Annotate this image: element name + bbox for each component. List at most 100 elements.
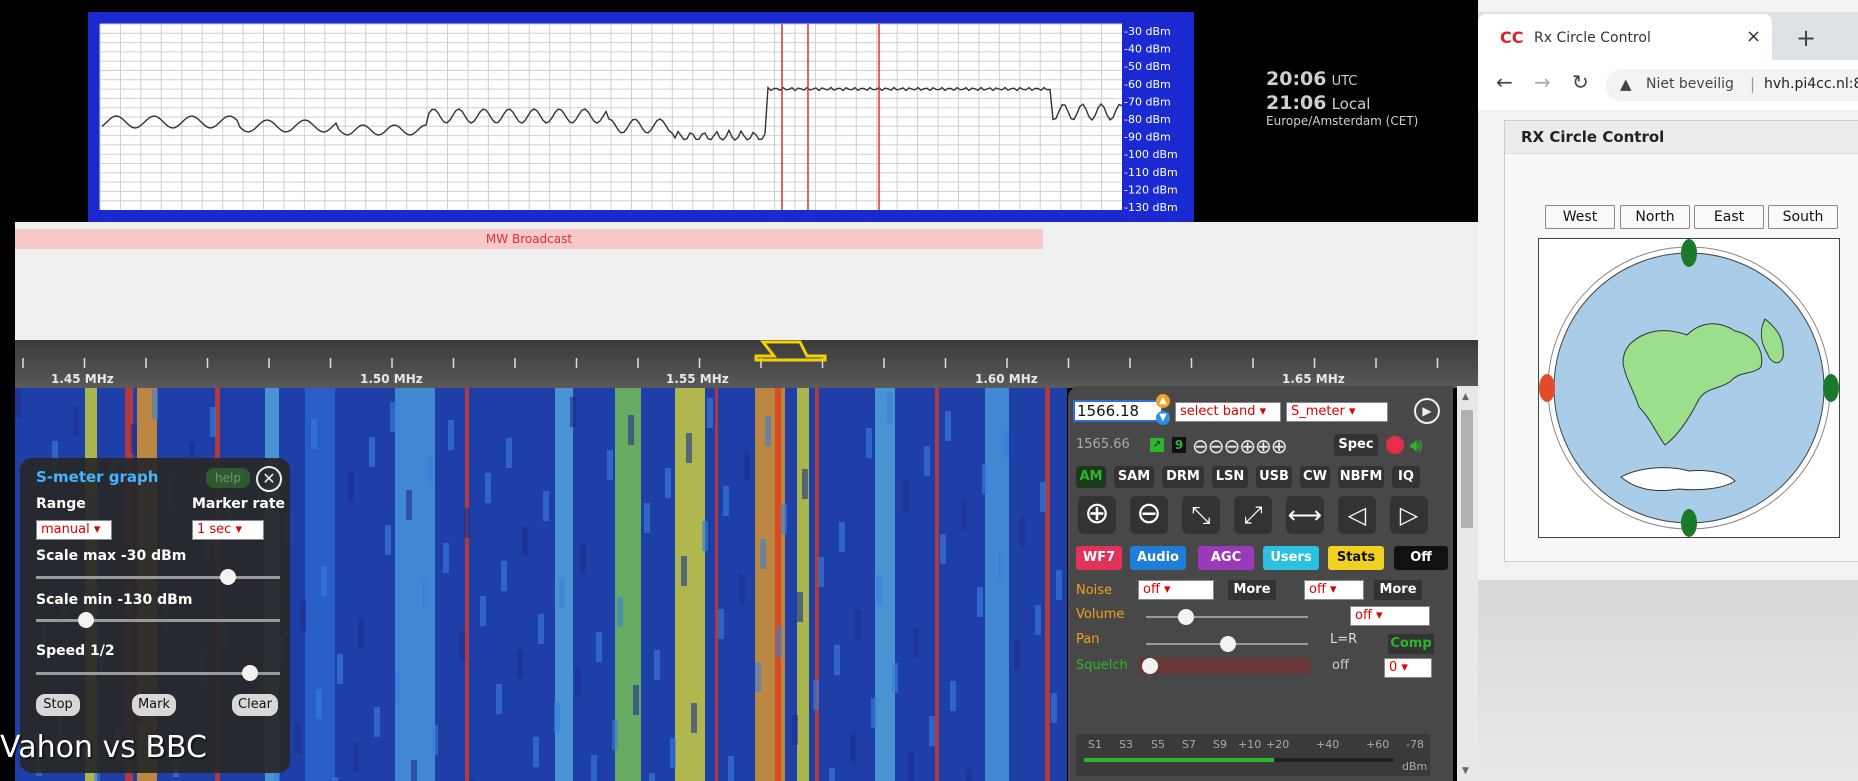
tab-close-icon[interactable]: × (1746, 26, 1761, 47)
scrollbar-thumb[interactable] (1461, 410, 1473, 528)
page-right-icon[interactable]: ▷ (1390, 496, 1428, 534)
volume-select[interactable]: off ▾ (1350, 606, 1430, 626)
new-tab-icon[interactable]: + (1796, 24, 1816, 52)
mode-lsn-button[interactable]: LSN (1212, 466, 1248, 488)
speed-thumb[interactable] (242, 665, 258, 681)
page-scrollbar[interactable]: ▲ ▼ (1457, 386, 1478, 781)
pan-thumb[interactable] (1220, 636, 1236, 652)
south-button[interactable]: South (1768, 205, 1838, 229)
tab-off[interactable]: Off (1394, 546, 1448, 570)
comp-button[interactable]: Comp (1388, 634, 1434, 654)
forward-icon[interactable]: → (1534, 70, 1551, 94)
tab-audio[interactable]: Audio (1130, 546, 1186, 570)
clock: 20:06 UTC 21:06 Local Europe/Amsterdam (… (1266, 68, 1418, 128)
tab-agc[interactable]: AGC (1198, 546, 1254, 570)
stop-button[interactable]: Stop (36, 694, 80, 716)
smeter-scale-label: S7 (1182, 738, 1196, 751)
tab-stats[interactable]: Stats (1328, 546, 1384, 570)
mode-nbfm-button[interactable]: NBFM (1338, 466, 1384, 488)
north-button[interactable]: North (1620, 205, 1690, 229)
reload-icon[interactable]: ↻ (1572, 70, 1589, 94)
zoom-out-icon[interactable]: ⊖ (1130, 496, 1168, 534)
dbm-axis-label: -30 dBm (1124, 25, 1171, 38)
squelch-slider[interactable] (1138, 658, 1310, 674)
spec-button[interactable]: Spec (1334, 434, 1378, 456)
smeter-scale-label: +10 (1238, 738, 1262, 751)
volume-thumb[interactable] (1178, 609, 1194, 625)
noise-blanker-select[interactable]: off ▾ (1138, 580, 1214, 600)
west-marker (1539, 374, 1555, 402)
scale-min-slider[interactable] (36, 619, 280, 622)
smeter-chart-plot: -30 dBm -40 dBm -50 dBm -60 dBm -70 dBm -80 d… (99, 23, 1178, 214)
mark-button[interactable]: Mark (132, 694, 176, 716)
record-icon[interactable] (1386, 436, 1404, 454)
north-marker (1681, 239, 1697, 267)
close-icon[interactable]: ✕ (256, 466, 282, 492)
scroll-up-icon[interactable]: ▲ (1462, 392, 1469, 402)
squelch-level-select[interactable]: 0 ▾ (1384, 658, 1432, 678)
noise-filter-value: off (1309, 582, 1326, 597)
east-marker (1823, 374, 1839, 402)
mode-sam-button[interactable]: SAM (1114, 466, 1154, 488)
clear-button[interactable]: Clear (232, 694, 278, 716)
scale-min-thumb[interactable] (78, 612, 94, 628)
smeter-level-remainder (1274, 758, 1394, 762)
frequency-input[interactable]: 1566.18 (1073, 400, 1163, 422)
zoom-max-icon[interactable]: ⤢ (1234, 496, 1272, 534)
dbm-axis-label: -90 dBm (1124, 131, 1171, 144)
azimuthal-map[interactable] (1538, 238, 1840, 538)
volume-slider[interactable] (1146, 616, 1308, 618)
band-select[interactable]: select band ▾ (1175, 402, 1281, 422)
scroll-down-icon[interactable]: ▼ (1462, 766, 1469, 776)
mode-usb-button[interactable]: USB (1256, 466, 1292, 488)
freq-down-icon[interactable]: ▼ (1156, 411, 1170, 425)
mode-iq-button[interactable]: IQ (1392, 466, 1420, 488)
freq-up-icon[interactable]: ▲ (1156, 394, 1170, 408)
east-button[interactable]: East (1694, 205, 1764, 229)
browser-tab[interactable]: CC Rx Circle Control × (1478, 14, 1772, 60)
dbm-axis-label: -60 dBm (1124, 78, 1171, 91)
smeter-scale-label: S5 (1151, 738, 1165, 751)
squelch-thumb[interactable] (1142, 658, 1158, 674)
back-icon[interactable]: ← (1496, 70, 1513, 94)
dbm-axis-label: -70 dBm (1124, 95, 1171, 108)
zoom-in-icon[interactable]: ⊕ (1078, 496, 1116, 534)
step-toggle-icon[interactable]: ↗ (1150, 438, 1164, 452)
step-buttons[interactable]: ⊖⊖⊖⊕⊕⊕ (1192, 434, 1288, 458)
west-button[interactable]: West (1545, 205, 1615, 229)
scale-max-slider[interactable] (36, 576, 280, 579)
security-label[interactable]: Niet beveilig (1646, 76, 1734, 92)
filter-more-button[interactable]: More (1374, 580, 1422, 600)
local-time: 21:06 (1266, 92, 1327, 114)
help-button[interactable]: help (206, 468, 250, 488)
mode-am-button[interactable]: AM (1076, 466, 1106, 488)
page-left-icon[interactable]: ◁ (1338, 496, 1376, 534)
speaker-icon[interactable]: 🔊︎ (1410, 433, 1423, 457)
timezone: Europe/Amsterdam (CET) (1266, 114, 1419, 128)
dbm-axis-label: -80 dBm (1124, 113, 1171, 126)
address-bar[interactable]: ▲ Niet beveilig | hvh.pi4cc.nl:80 (1606, 69, 1858, 101)
scale-max-thumb[interactable] (220, 569, 236, 585)
marker-rate-select[interactable]: 1 sec ▾ (192, 520, 264, 540)
scale-label: 1.50 MHz (360, 372, 423, 386)
tab-users[interactable]: Users (1263, 546, 1319, 570)
play-icon[interactable]: ▶ (1414, 398, 1440, 424)
step-value[interactable]: 9 (1172, 437, 1186, 453)
extension-select[interactable]: S_meter ▾ (1286, 402, 1388, 422)
zoom-band-icon[interactable]: ⤡ (1182, 496, 1220, 534)
noise-filter-select[interactable]: off ▾ (1304, 580, 1364, 600)
frequency-scale[interactable]: 1.45 MHz 1.50 MHz 1.55 MHz 1.60 MHz 1.65… (15, 340, 1478, 388)
noise-more-button[interactable]: More (1228, 580, 1276, 600)
zoom-full-icon[interactable]: ⟷ (1286, 496, 1324, 534)
smeter-chart: -30 dBm -40 dBm -50 dBm -60 dBm -70 dBm -80 d… (88, 12, 1194, 222)
mode-drm-button[interactable]: DRM (1162, 466, 1204, 488)
band-bar[interactable]: MW Broadcast (15, 229, 1043, 249)
smeter-level-bar (1084, 758, 1274, 762)
mode-cw-button[interactable]: CW (1300, 466, 1330, 488)
south-marker (1681, 509, 1697, 537)
range-select[interactable]: manual ▾ (36, 520, 112, 540)
url-text[interactable]: hvh.pi4cc.nl:80 (1764, 76, 1858, 92)
tab-wf[interactable]: WF7 (1076, 546, 1122, 570)
dbm-axis-label: -130 dBm (1124, 201, 1178, 214)
smeter-scale-label: S3 (1119, 738, 1133, 751)
